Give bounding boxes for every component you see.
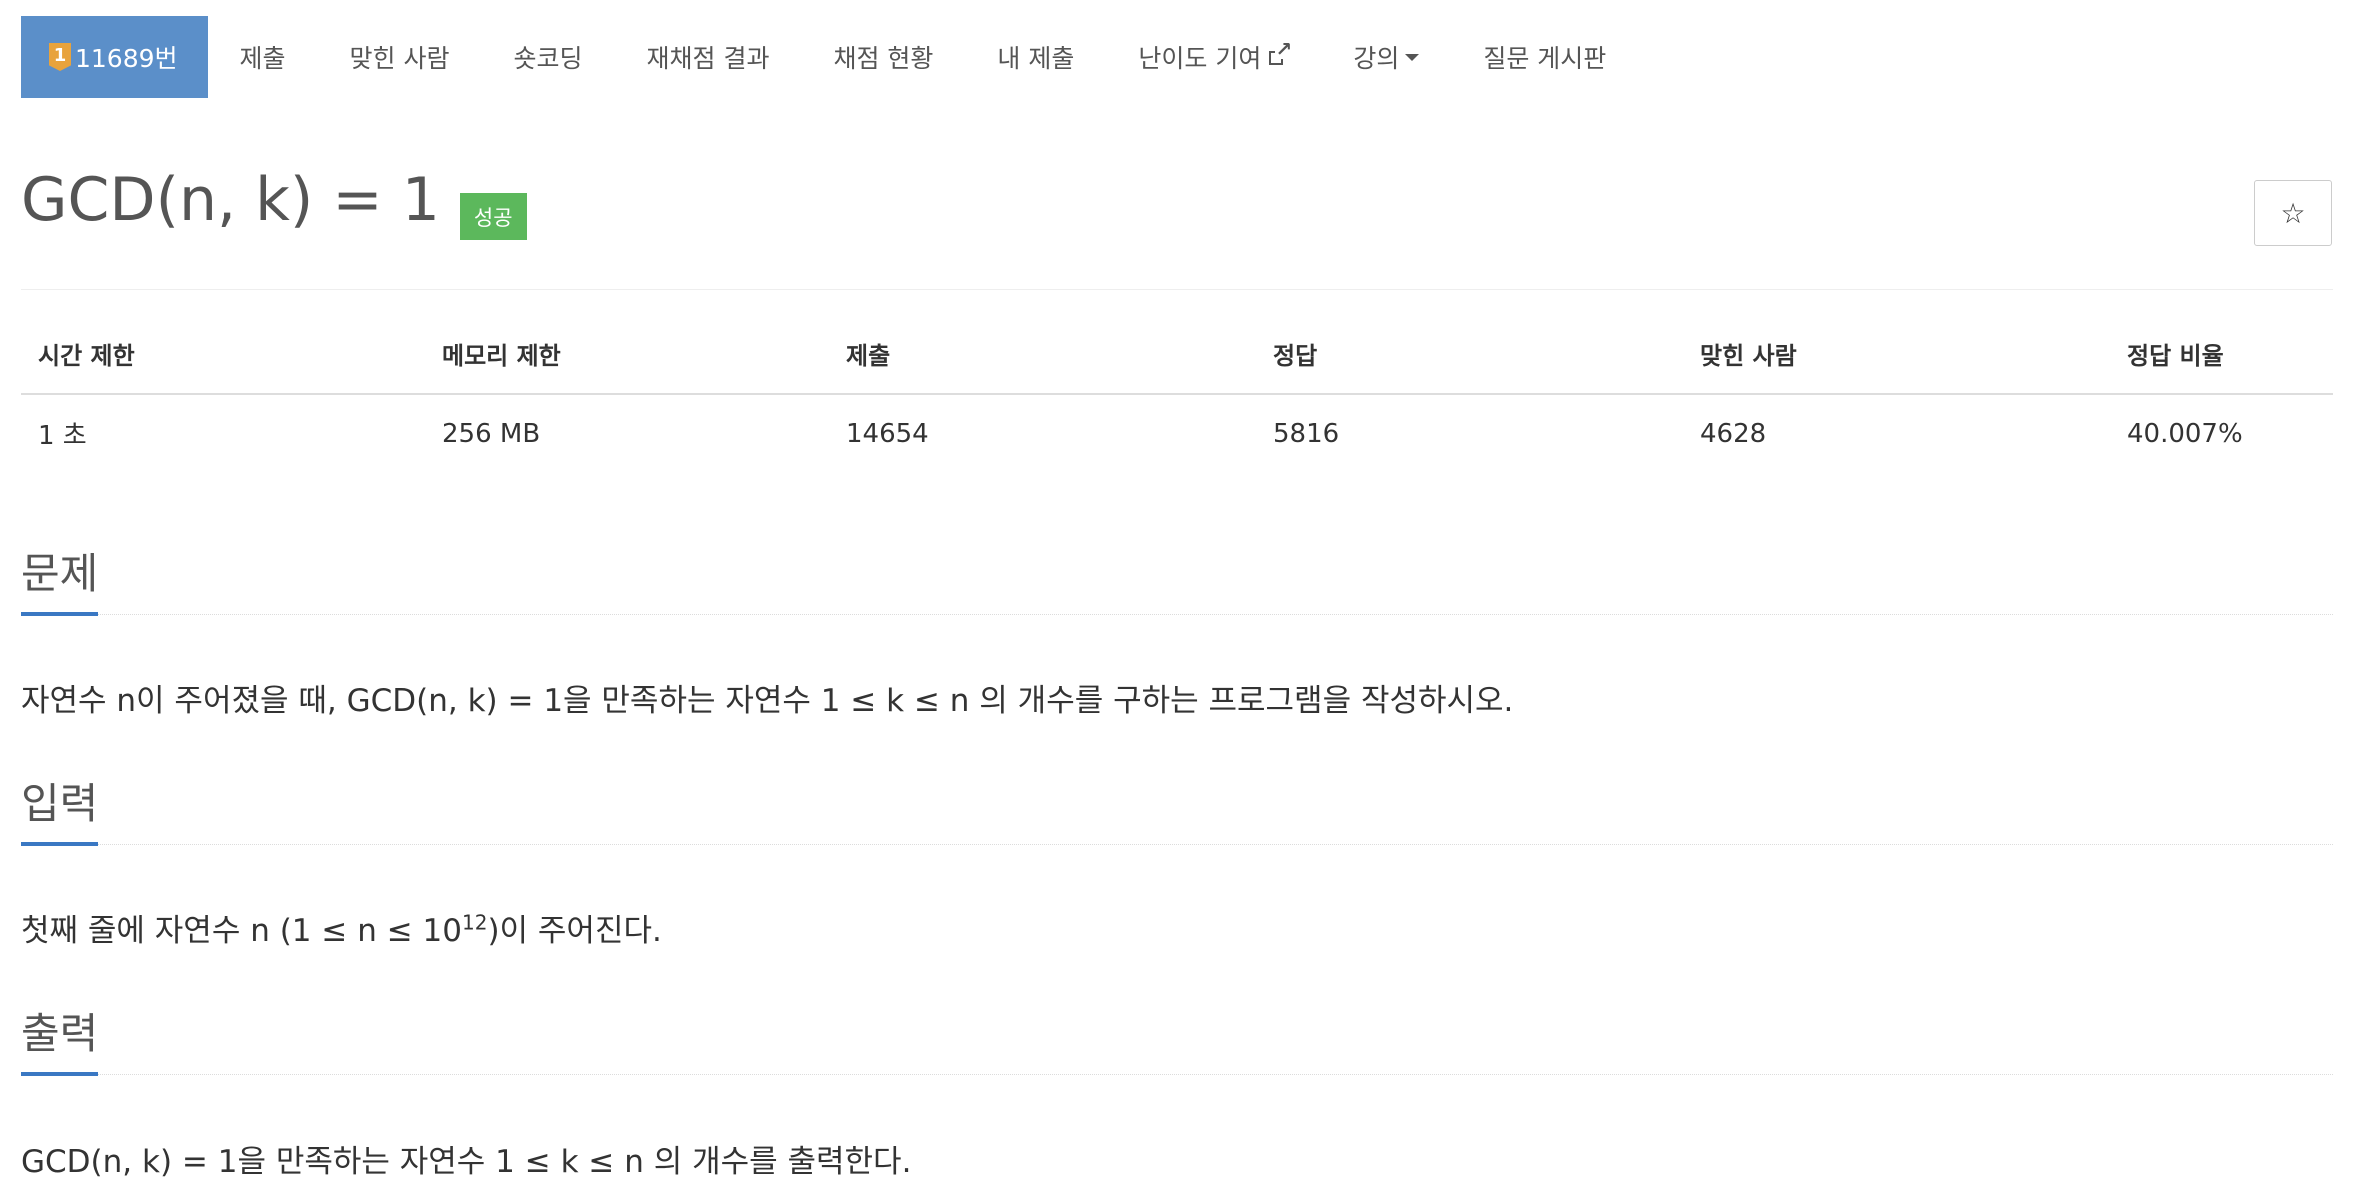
nav-submit[interactable]: 제출 — [208, 16, 318, 98]
nav-status[interactable]: 채점 현황 — [801, 16, 965, 98]
problem-title: GCD(n, k) = 1 — [21, 165, 440, 235]
nav-my-submissions[interactable]: 내 제출 — [965, 16, 1106, 98]
info-value-row: 1 초 256 MB 14654 5816 4628 40.007% — [21, 394, 2333, 472]
output-text: GCD(n, k) = 1을 만족하는 자연수 1 ≤ k ≤ n 의 개수를 … — [21, 1144, 912, 1180]
input-text-end: )이 주어진다. — [487, 913, 662, 949]
star-button[interactable]: ☆ — [2254, 180, 2332, 246]
value-accept-ratio: 40.007% — [2127, 418, 2243, 449]
title-divider — [21, 289, 2333, 290]
header-submissions: 제출 — [829, 336, 1256, 395]
nav-problem-number-label: 11689번 — [75, 44, 178, 73]
info-header-row: 시간 제한 메모리 제한 제출 정답 맞힌 사람 정답 비율 — [21, 336, 2333, 395]
tier-badge-icon: 1 — [49, 43, 71, 71]
nav-lecture-dropdown[interactable]: 강의 — [1321, 16, 1451, 98]
problem-nav: 1 11689번 제출 맞힌 사람 숏코딩 재채점 결과 채점 현황 내 제출 … — [21, 16, 1638, 98]
section-underline — [21, 842, 98, 846]
section-heading-input: 입력 — [21, 779, 99, 828]
input-exponent: 12 — [461, 910, 488, 935]
section-heading-description: 문제 — [21, 549, 99, 598]
input-text-main: 첫째 줄에 자연수 n (1 ≤ n ≤ 10 — [21, 913, 462, 949]
caret-down-icon — [1405, 53, 1420, 61]
problem-info-table: 시간 제한 메모리 제한 제출 정답 맞힌 사람 정답 비율 1 초 256 M… — [21, 336, 2333, 472]
value-submissions: 14654 — [846, 418, 929, 449]
title-row: GCD(n, k) = 1 성공 — [21, 165, 527, 240]
nav-shortcoding[interactable]: 숏코딩 — [482, 16, 615, 98]
nav-problem-number[interactable]: 1 11689번 — [21, 16, 208, 98]
section-underline — [21, 1072, 98, 1076]
problem-page: 1 11689번 제출 맞힌 사람 숏코딩 재채점 결과 채점 현황 내 제출 … — [0, 0, 2354, 1188]
section-underline — [21, 612, 98, 616]
nav-difficulty[interactable]: 난이도 기여 — [1106, 16, 1321, 98]
nav-difficulty-label: 난이도 기여 — [1138, 44, 1262, 73]
status-badge: 성공 — [459, 193, 527, 240]
value-memory-limit: 256 MB — [442, 418, 541, 449]
section-heading-output: 출력 — [21, 1009, 99, 1058]
header-memory-limit: 메모리 제한 — [425, 336, 829, 395]
header-accept-ratio: 정답 비율 — [2110, 336, 2333, 395]
value-solved-users: 4628 — [1700, 418, 1767, 449]
nav-solved-users[interactable]: 맞힌 사람 — [318, 16, 482, 98]
section-divider — [21, 614, 2333, 615]
header-solved-users: 맞힌 사람 — [1683, 336, 2110, 395]
input-text: 첫째 줄에 자연수 n (1 ≤ n ≤ 1012)이 주어진다. — [21, 905, 662, 950]
external-link-icon — [1269, 39, 1293, 67]
header-accepted: 정답 — [1256, 336, 1683, 395]
description-text: 자연수 n이 주어졌을 때, GCD(n, k) = 1을 만족하는 자연수 1… — [21, 683, 1514, 719]
nav-lecture-label: 강의 — [1353, 44, 1400, 73]
star-icon: ☆ — [2280, 196, 2306, 230]
section-divider — [21, 844, 2333, 845]
section-divider — [21, 1074, 2333, 1075]
header-time-limit: 시간 제한 — [21, 336, 425, 395]
value-time-limit: 1 초 — [38, 421, 87, 451]
value-accepted: 5816 — [1273, 418, 1340, 449]
nav-board[interactable]: 질문 게시판 — [1451, 16, 1638, 98]
nav-rejudge[interactable]: 재채점 결과 — [615, 16, 802, 98]
